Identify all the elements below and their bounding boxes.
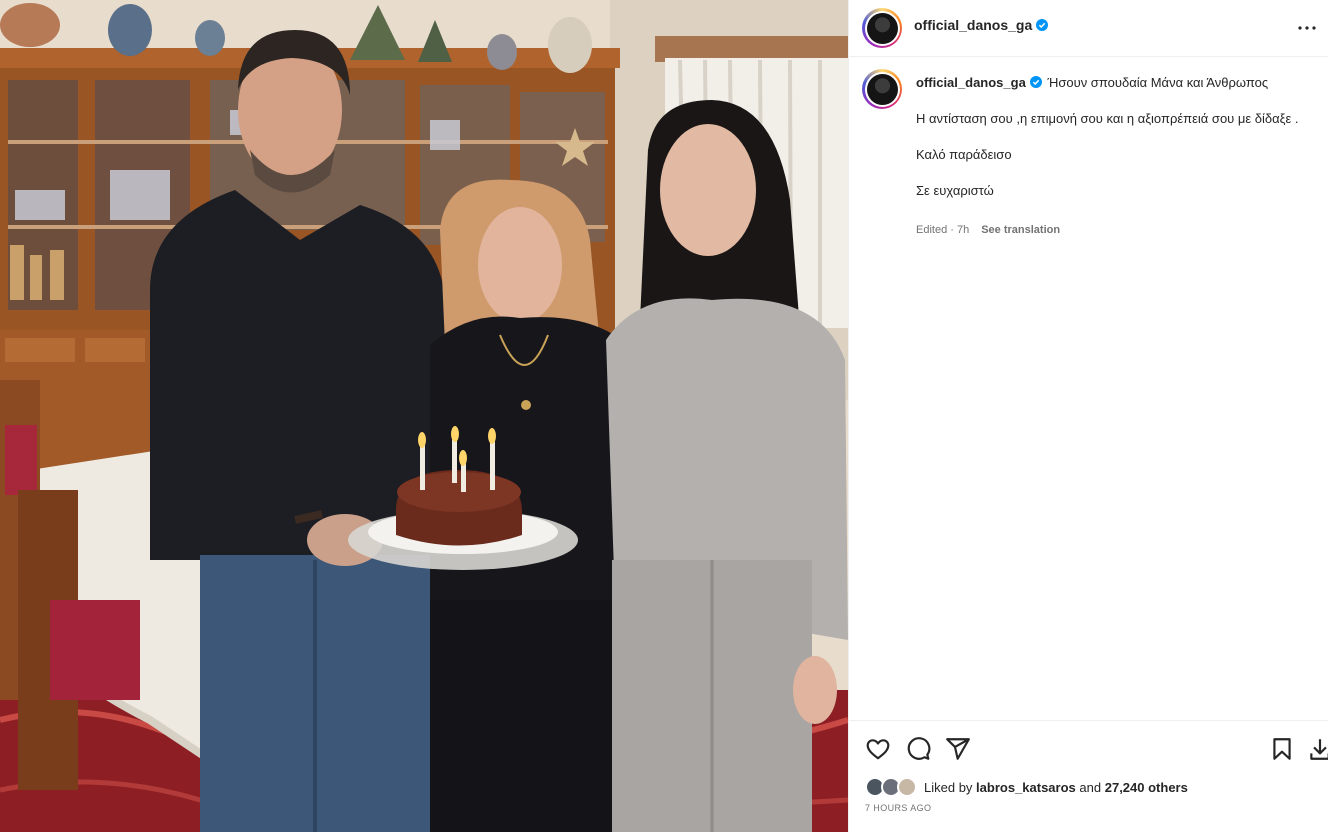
caption-username[interactable]: official_danos_ga (916, 75, 1026, 90)
comment-icon[interactable] (905, 736, 931, 762)
avatar[interactable] (862, 8, 902, 48)
caption-text-line: Η αντίσταση σου ,η επιμονή σου και η αξι… (916, 111, 1299, 126)
likes-summary: Liked by labros_katsaros and 27,240 othe… (865, 777, 1188, 797)
liked-by-and: and (1079, 779, 1102, 795)
caption-text-line: Καλό παράδεισο (916, 147, 1012, 162)
verified-badge-icon (1036, 19, 1049, 31)
header-username-row: official_danos_ga (914, 17, 1049, 33)
download-icon[interactable] (1307, 736, 1328, 762)
instagram-post: official_danos_ga official_danos_ga Ήσου… (0, 0, 1328, 832)
liker-avatar (897, 777, 917, 797)
caption-text-line: Σε ευχαριστώ (916, 183, 994, 198)
more-options-icon[interactable] (1295, 16, 1319, 40)
post-timestamp[interactable]: 7 HOURS AGO (865, 803, 931, 813)
avatar-image (866, 73, 898, 105)
liked-by-label: Liked by (924, 779, 973, 795)
liked-by-user[interactable]: labros_katsaros (976, 780, 1076, 795)
verified-badge-icon (1029, 76, 1042, 88)
caption-body: Η αντίσταση σου ,η επιμονή σου και η αξι… (916, 110, 1316, 218)
likes-count[interactable]: 27,240 others (1105, 780, 1188, 795)
share-icon[interactable] (945, 736, 971, 762)
header-username[interactable]: official_danos_ga (914, 17, 1032, 33)
post-actions: Liked by labros_katsaros and 27,240 othe… (849, 720, 1328, 832)
post-photo[interactable] (0, 0, 848, 832)
post-header: official_danos_ga (849, 0, 1328, 57)
liker-avatars[interactable] (865, 777, 921, 797)
caption-text-first: Ήσουν σπουδαία Μάνα και Άνθρωπος (1047, 75, 1269, 90)
heart-icon[interactable] (865, 736, 891, 762)
post-side-panel: official_danos_ga official_danos_ga Ήσου… (848, 0, 1328, 832)
edited-timestamp: Edited · 7h (916, 224, 970, 236)
bookmark-icon[interactable] (1269, 736, 1295, 762)
avatar-image (866, 12, 898, 44)
caption-first-line: official_danos_ga Ήσουν σπουδαία Μάνα κα… (916, 74, 1316, 92)
see-translation-link[interactable]: See translation (981, 224, 1060, 236)
caption-avatar[interactable] (862, 69, 902, 109)
caption-meta: Edited · 7h See translation (916, 224, 1060, 236)
post-photo-illustration (0, 0, 848, 832)
